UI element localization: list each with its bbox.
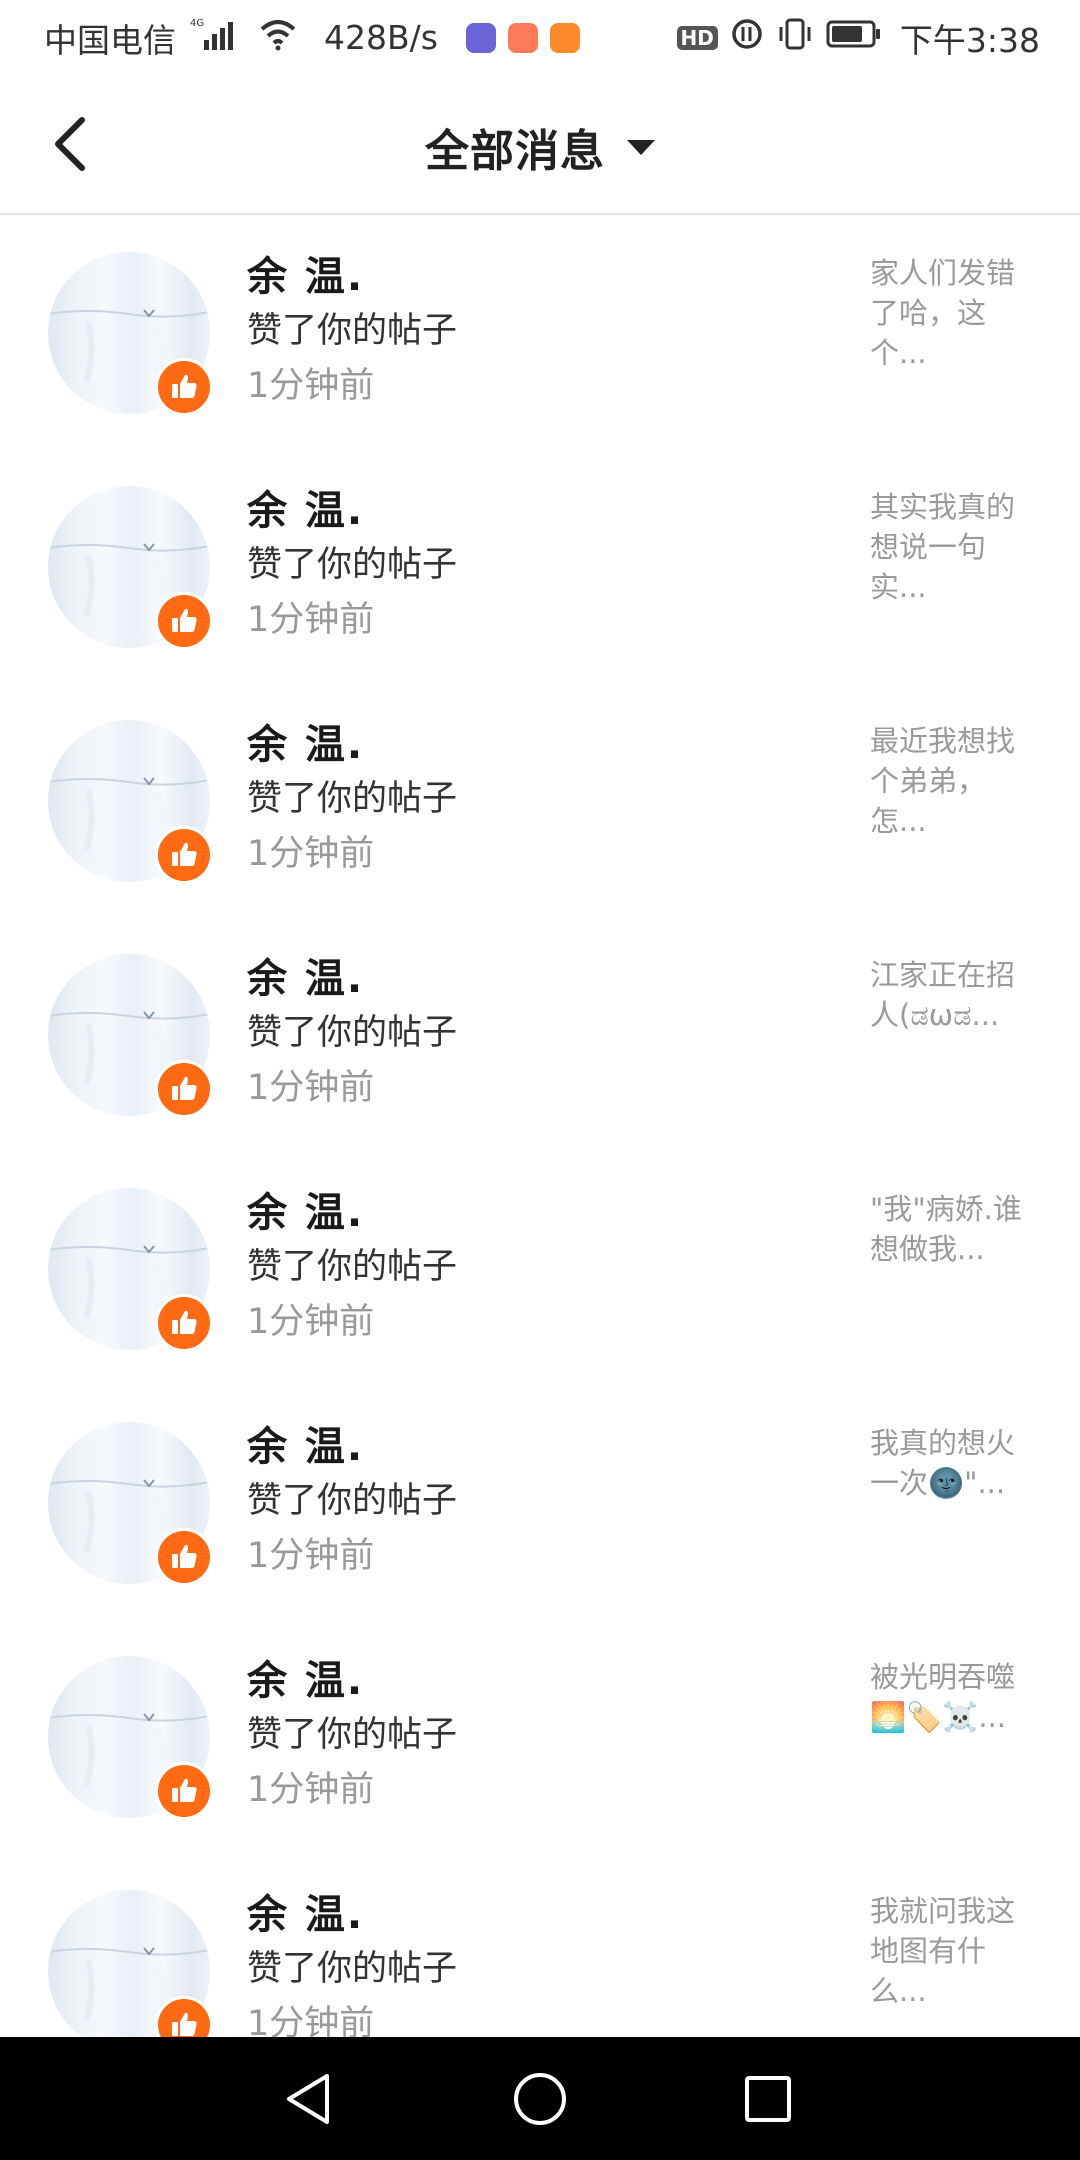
triangle-back-icon [287,2074,329,2124]
circle-home-icon [514,2073,566,2125]
message-time: 1分钟前 [247,366,375,406]
message-item[interactable]: 余 温. 赞了你的帖子 1分钟前 最近我想找 个弟弟， 怎... [0,683,1080,917]
post-preview[interactable]: 其实我真的 想说一句 实... [870,487,1030,607]
sender-name[interactable]: 余 温. [247,252,364,302]
header: 全部消息 [0,75,1080,215]
network-type-label: 4G [190,18,204,29]
message-action-text: 赞了你的帖子 [247,1247,458,1287]
message-item[interactable]: 余 温. 赞了你的帖子 1分钟前 "我"病娇.谁 想做我... [0,1151,1080,1385]
message-time: 1分钟前 [247,834,375,874]
nav-recents-button[interactable] [734,2065,802,2133]
video-app-notification-icon [549,22,580,53]
navigation-bar [0,2037,1080,2160]
like-badge [155,1762,213,1820]
square-recents-icon [745,2076,791,2122]
page-title: 全部消息 [425,126,605,177]
data-indicator-icon [730,17,764,59]
post-preview[interactable]: 被光明吞噬 🌅🏷️☠️... [870,1657,1030,1737]
post-preview[interactable]: "我"病娇.谁 想做我... [870,1189,1030,1269]
like-badge [155,1528,213,1586]
like-badge [155,358,213,416]
sender-name[interactable]: 余 温. [247,486,364,536]
signal-icon: 4G [190,16,246,60]
sender-name[interactable]: 余 温. [247,1890,364,1940]
message-time: 1分钟前 [247,1302,375,1342]
message-action-text: 赞了你的帖子 [247,1949,458,1989]
thumbs-up-icon [172,1544,197,1568]
post-preview[interactable]: 家人们发错 了哈，这 个... [870,253,1030,373]
message-action-text: 赞了你的帖子 [247,1013,458,1053]
post-preview[interactable]: 江家正在招 人(ಡωಡ... [870,955,1030,1035]
caret-down-icon [627,140,655,155]
wifi-icon [258,17,298,59]
like-badge [155,1294,213,1352]
message-time: 1分钟前 [247,600,375,640]
message-action-text: 赞了你的帖子 [247,779,458,819]
post-preview[interactable]: 最近我想找 个弟弟， 怎... [870,721,1030,841]
message-action-text: 赞了你的帖子 [247,311,458,351]
message-time: 1分钟前 [247,1068,375,1108]
message-item[interactable]: 余 温. 赞了你的帖子 1分钟前 其实我真的 想说一句 实... [0,449,1080,683]
nav-home-button[interactable] [506,2065,574,2133]
sender-name[interactable]: 余 温. [247,954,364,1004]
message-time: 1分钟前 [247,1770,375,1810]
thumbs-up-icon [172,1076,197,1100]
message-item[interactable]: 余 温. 赞了你的帖子 1分钟前 家人们发错 了哈，这 个... [0,215,1080,449]
status-bar-left: 中国电信 4G 428B/s [44,14,580,62]
message-action-text: 赞了你的帖子 [247,1481,458,1521]
message-item[interactable]: 余 温. 赞了你的帖子 1分钟前 被光明吞噬 🌅🏷️☠️... [0,1619,1080,1853]
message-item[interactable]: 余 温. 赞了你的帖子 1分钟前 我真的想火 一次🌚"... [0,1385,1080,1619]
sender-name[interactable]: 余 温. [247,1422,364,1472]
message-filter-dropdown[interactable]: 全部消息 [0,115,1080,179]
message-action-text: 赞了你的帖子 [247,545,458,585]
message-list[interactable]: 余 温. 赞了你的帖子 1分钟前 家人们发错 了哈，这 个... 余 温. 赞了你的帖子 1… [0,215,1080,2037]
music-app-notification-icon [465,22,496,53]
clock: 下午3:38 [899,20,1040,60]
message-time: 1分钟前 [247,1536,375,1576]
like-badge [155,592,213,650]
message-action-text: 赞了你的帖子 [247,1715,458,1755]
sender-name[interactable]: 余 温. [247,720,364,770]
network-speed: 428B/s [324,18,438,57]
status-bar-right: HD 下午3:38 [676,14,1040,62]
thumbs-up-icon [172,608,197,632]
post-preview[interactable]: 我就问我这 地图有什 么... [870,1891,1030,2011]
carrier-name: 中国电信 [44,20,176,60]
thumbs-up-icon [172,2012,197,2036]
hd-badge: HD [676,25,718,50]
nav-back-button[interactable] [274,2065,342,2133]
status-bar: 中国电信 4G 428B/s HD 下午3:38 [0,0,1080,75]
like-badge [155,826,213,884]
like-badge [155,1060,213,1118]
thumbs-up-icon [172,1310,197,1334]
thumbs-up-icon [172,1778,197,1802]
message-item[interactable]: 余 温. 赞了你的帖子 1分钟前 我就问我这 地图有什 么... [0,1853,1080,2037]
vibrate-icon [776,17,814,59]
battery-icon [826,18,882,57]
message-item[interactable]: 余 温. 赞了你的帖子 1分钟前 江家正在招 人(ಡωಡ... [0,917,1080,1151]
thumbs-up-icon [172,842,197,866]
post-preview[interactable]: 我真的想火 一次🌚"... [870,1423,1030,1503]
app-notification-icon [507,22,538,53]
message-time: 1分钟前 [247,2004,375,2037]
thumbs-up-icon [172,374,197,398]
sender-name[interactable]: 余 温. [247,1656,364,1706]
sender-name[interactable]: 余 温. [247,1188,364,1238]
